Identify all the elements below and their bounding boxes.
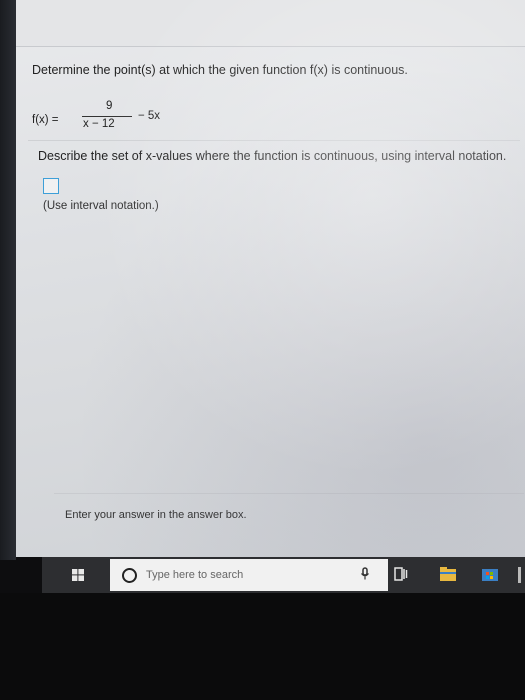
taskbar-search-box[interactable]: Type here to search bbox=[110, 559, 388, 591]
store-icon[interactable] bbox=[482, 567, 498, 581]
footer-divider bbox=[54, 493, 524, 494]
formula-tail: − 5x bbox=[138, 110, 161, 122]
search-placeholder: Type here to search bbox=[146, 569, 244, 581]
windows-logo-icon[interactable] bbox=[72, 569, 84, 581]
windows-taskbar: Type here to search bbox=[42, 557, 525, 593]
footer-instruction: Enter your answer in the answer box. bbox=[65, 509, 247, 521]
formula-numerator: 9 bbox=[106, 100, 113, 112]
file-explorer-icon[interactable] bbox=[440, 567, 456, 581]
fraction-bar bbox=[82, 116, 132, 117]
formula-denominator: x − 12 bbox=[83, 118, 115, 130]
screen-bezel bbox=[0, 0, 16, 560]
task-view-icon[interactable] bbox=[394, 567, 408, 581]
question-prompt: Determine the point(s) at which the give… bbox=[32, 63, 408, 77]
page-header-strip bbox=[16, 0, 525, 47]
cortana-circle-icon bbox=[122, 568, 137, 583]
describe-instruction: Describe the set of x-values where the f… bbox=[38, 149, 507, 163]
laptop-bezel-bottom bbox=[0, 593, 525, 700]
microphone-icon[interactable] bbox=[360, 567, 370, 581]
answer-input-box[interactable] bbox=[43, 178, 59, 194]
interval-notation-hint: (Use interval notation.) bbox=[43, 200, 159, 212]
browser-screen: Determine the point(s) at which the give… bbox=[16, 0, 525, 557]
taskbar-overflow-edge bbox=[518, 567, 521, 583]
formula-lhs: f(x) = bbox=[32, 114, 59, 126]
section-divider bbox=[28, 140, 520, 141]
